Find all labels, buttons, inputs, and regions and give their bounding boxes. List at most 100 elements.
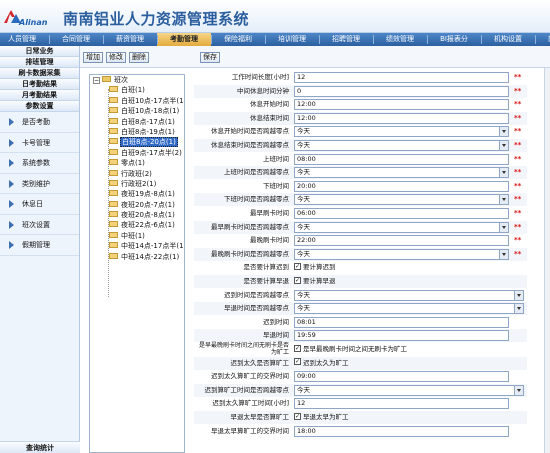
nav-tab-5[interactable]: 培训管理 (265, 33, 319, 46)
text-input[interactable]: 08:00 (294, 153, 509, 165)
sidebar-header-monthly-result[interactable]: 月考勤结果 (0, 90, 79, 101)
chevron-down-icon[interactable] (499, 249, 508, 259)
tree-item[interactable]: 夜班20点-8点(1) (90, 210, 184, 220)
tree-item[interactable]: 白班9点-17点半(2) (90, 148, 184, 158)
text-input[interactable]: 0 (294, 85, 509, 97)
text-input[interactable]: 06:00 (294, 208, 509, 219)
nav-tab-4[interactable]: 保险福利 (211, 33, 265, 46)
sidebar-header-params[interactable]: 参数设置 (0, 101, 79, 112)
tree-item[interactable]: 白班(1) (90, 85, 184, 95)
arrow-right-icon (9, 220, 14, 229)
edit-button[interactable]: 修改 (106, 52, 126, 63)
select-dropdown[interactable]: 今天 (294, 221, 509, 233)
sidebar-header-daily[interactable]: 日常业务 (0, 46, 79, 57)
tree-item[interactable]: 中班14点-17点半(1) (90, 241, 184, 251)
tree-item[interactable]: 行政班(2) (90, 169, 184, 179)
checkbox[interactable]: ✓ 要计算早退 (294, 276, 336, 287)
text-input[interactable]: 12:00 (294, 112, 509, 124)
sidebar-header-schedule[interactable]: 排班管理 (0, 57, 79, 68)
text-input[interactable]: 08:01 (294, 316, 509, 328)
checkbox[interactable]: ✓ 是早最晚刷卡时间之间无刷卡为旷工 (294, 344, 407, 355)
tree-item[interactable]: 白班10点-18点(1) (90, 106, 184, 116)
text-input[interactable]: 12 (294, 72, 509, 83)
checkbox[interactable]: ✓ 早退太早为旷工 (294, 412, 349, 423)
select-dropdown[interactable]: 今天 (294, 248, 509, 260)
sidebar-item[interactable]: 是否考勤 (0, 112, 79, 133)
select-dropdown[interactable]: 今天 (294, 126, 509, 138)
chevron-down-icon[interactable] (499, 141, 508, 150)
form-label: 最晚刷卡时间 (250, 236, 289, 245)
text-input[interactable]: 22:00 (294, 235, 509, 247)
form-cell: 12:00 ** (294, 112, 527, 124)
folder-icon (109, 190, 118, 197)
tree-item[interactable]: 白班10点-17点半(1) (90, 96, 184, 106)
nav-tab-7[interactable]: 绩效管理 (373, 33, 427, 46)
add-button[interactable]: 增加 (83, 52, 103, 63)
vertical-scrollbar[interactable] (544, 68, 550, 453)
tree-item[interactable]: 夜班19点-8点(1) (90, 189, 184, 199)
form-cell: 18:00 (294, 425, 527, 437)
tree-item-label: 白班9点-17点半(2) (121, 148, 182, 157)
sidebar-footer-query[interactable]: 查询统计 (0, 441, 80, 453)
nav-tab-1[interactable]: 合同管理 (49, 33, 103, 46)
sidebar-header-card-data[interactable]: 刷卡数据采集 (0, 68, 79, 79)
chevron-down-icon[interactable] (514, 385, 523, 395)
tree-item[interactable]: 中班(1) (90, 231, 184, 241)
checkbox-box[interactable]: ✓ (294, 358, 301, 366)
select-dropdown[interactable]: 今天 (294, 303, 524, 315)
select-dropdown[interactable]: 今天 (294, 194, 509, 206)
sidebar-item[interactable]: 类别维护 (0, 174, 79, 194)
tree-root-label: 班次 (114, 76, 128, 84)
tree-root[interactable]: − 班次 (90, 75, 184, 85)
nav-tab-9[interactable]: 机构设置 (481, 33, 535, 46)
save-button[interactable]: 保存 (200, 52, 220, 63)
tree-item[interactable]: 行政班2(1) (90, 179, 184, 189)
checkbox[interactable]: ✓ 要计算迟到 (294, 262, 336, 273)
tree-item[interactable]: 中班14点-22点(1) (90, 252, 184, 262)
tree-item[interactable]: 白班8点-19点(1) (90, 127, 184, 137)
text-input[interactable]: 18:00 (294, 425, 509, 437)
nav-tab-3[interactable]: 考勤管理 (157, 33, 211, 46)
chevron-down-icon[interactable] (514, 290, 523, 300)
nav-tab-2[interactable]: 薪资管理 (103, 33, 157, 46)
select-dropdown[interactable]: 今天 (294, 289, 524, 301)
checkbox[interactable]: ✓ 迟到太久为旷工 (294, 358, 349, 369)
tree-item[interactable]: 白班8点-17点(1) (90, 117, 184, 127)
sidebar-item[interactable]: 休息日 (0, 194, 79, 215)
form-label: 是否要计算迟到 (243, 263, 290, 272)
chevron-down-icon[interactable] (499, 127, 508, 137)
nav-tab-8[interactable]: BI报表分 (427, 33, 481, 46)
tree-item[interactable]: 白班8点-20点(1) (90, 137, 184, 148)
tree-item[interactable]: 夜班20点-7点(1) (90, 200, 184, 210)
chevron-down-icon[interactable] (514, 304, 523, 314)
collapse-icon[interactable]: − (93, 77, 100, 84)
sidebar-item[interactable]: 系统参数 (0, 153, 79, 174)
nav-tab-6[interactable]: 招聘管理 (319, 33, 373, 46)
tree-item[interactable]: 零点(1) (90, 158, 184, 168)
required-mark: ** (514, 141, 522, 149)
form-label: 迟到太久是否算旷工 (230, 358, 290, 367)
select-dropdown[interactable]: 今天 (294, 167, 509, 179)
sidebar-item[interactable]: 假期管理 (0, 235, 79, 256)
select-dropdown[interactable]: 今天 (294, 140, 509, 151)
text-input[interactable]: 12 (294, 398, 509, 410)
tree-item[interactable]: 夜班22点-6点(1) (90, 220, 184, 230)
checkbox-box[interactable]: ✓ (294, 276, 301, 284)
text-input[interactable]: 12:00 (294, 99, 509, 111)
chevron-down-icon[interactable] (499, 222, 508, 232)
text-input[interactable]: 20:00 (294, 180, 509, 192)
nav-tab-10[interactable]: 岗位线路 (535, 33, 550, 46)
chevron-down-icon[interactable] (499, 195, 508, 205)
checkbox-box[interactable]: ✓ (294, 344, 301, 352)
select-dropdown[interactable]: 今天 (294, 384, 524, 396)
chevron-down-icon[interactable] (499, 168, 508, 178)
sidebar-item[interactable]: 卡号管理 (0, 133, 79, 153)
nav-tab-0[interactable]: 人员管理 (0, 33, 49, 46)
sidebar-item[interactable]: 班次设置 (0, 215, 79, 235)
checkbox-box[interactable]: ✓ (294, 412, 301, 420)
sidebar-header-daily-result[interactable]: 日考勤结果 (0, 79, 79, 90)
delete-button[interactable]: 删除 (129, 52, 149, 63)
checkbox-box[interactable]: ✓ (294, 262, 301, 270)
text-input[interactable]: 19:59 (294, 330, 509, 342)
text-input[interactable]: 09:00 (294, 371, 509, 383)
